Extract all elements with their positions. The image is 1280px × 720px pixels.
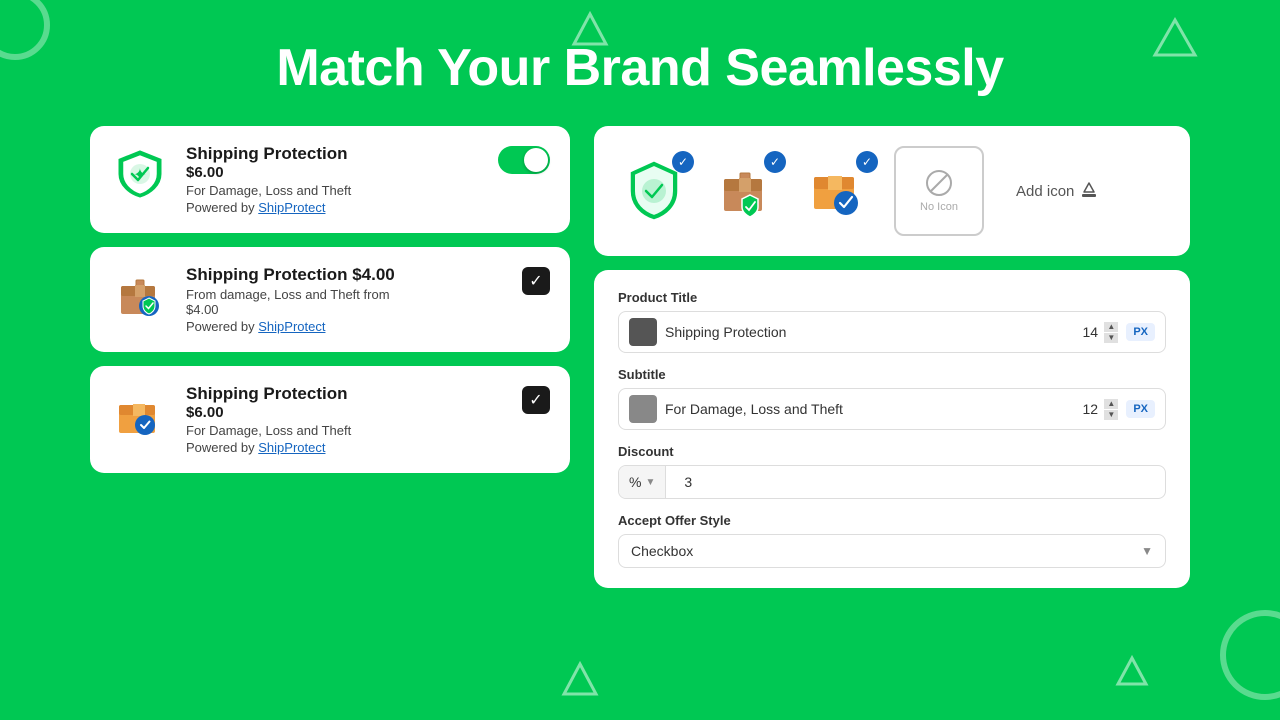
- subtitle-size-up-btn[interactable]: ▲: [1104, 399, 1118, 409]
- chevron-down-icon: ▼: [1141, 544, 1153, 558]
- discount-prefix[interactable]: % ▼: [619, 466, 666, 498]
- icon-option-2[interactable]: ✓: [710, 155, 782, 227]
- add-icon-button[interactable]: Add icon: [1004, 174, 1110, 208]
- card-3-body: Shipping Protection $6.00 For Damage, Lo…: [186, 384, 550, 455]
- no-icon-label: No Icon: [920, 201, 958, 213]
- accept-offer-select[interactable]: Checkbox ▼: [618, 534, 1166, 568]
- card-1-toggle[interactable]: [498, 146, 550, 179]
- card-2-powered: Powered by ShipProtect: [186, 319, 550, 334]
- subtitle-label: Subtitle: [618, 367, 1166, 382]
- size-up-btn[interactable]: ▲: [1104, 322, 1118, 332]
- card-3-icon: [110, 384, 170, 444]
- card-1-powered: Powered by ShipProtect: [186, 200, 550, 215]
- subtitle-size: 12: [1080, 401, 1100, 417]
- card-2-link[interactable]: ShipProtect: [258, 319, 325, 334]
- product-title-row: 14 ▲ ▼ PX: [618, 311, 1166, 353]
- deco-triangle-bl: [560, 660, 600, 700]
- product-title-size-control: 14 ▲ ▼: [1080, 322, 1118, 343]
- product-title-unit: PX: [1126, 323, 1155, 341]
- product-title-stepper[interactable]: ▲ ▼: [1104, 322, 1118, 343]
- svg-text:✦: ✦: [133, 167, 146, 184]
- deco-circle-br: [1220, 610, 1280, 700]
- checkbox-checked[interactable]: ✓: [522, 267, 550, 295]
- product-title-input[interactable]: [665, 324, 1072, 340]
- card-2-body: Shipping Protection $4.00 From damage, L…: [186, 265, 550, 334]
- card-2-title: Shipping Protection $4.00: [186, 265, 550, 285]
- card-3: Shipping Protection $6.00 For Damage, Lo…: [90, 366, 570, 473]
- card-2-subtitle: From damage, Loss and Theft from$4.00: [186, 287, 550, 317]
- card-3-link[interactable]: ShipProtect: [258, 440, 325, 455]
- form-group-discount: Discount % ▼: [618, 444, 1166, 499]
- icon-2-check: ✓: [764, 151, 786, 173]
- card-1-subtitle: For Damage, Loss and Theft: [186, 183, 550, 198]
- icon-option-1[interactable]: ✓: [618, 155, 690, 227]
- left-column: ✦ Shipping Protection $6.00 For Damage, …: [90, 126, 570, 588]
- card-1: ✦ Shipping Protection $6.00 For Damage, …: [90, 126, 570, 233]
- card-3-price: $6.00: [186, 404, 550, 421]
- card-1-body: Shipping Protection $6.00 For Damage, Lo…: [186, 144, 550, 215]
- product-title-size: 14: [1080, 324, 1100, 340]
- subtitle-size-control: 12 ▲ ▼: [1080, 399, 1118, 420]
- icon-option-3[interactable]: ✓: [802, 155, 874, 227]
- size-down-btn[interactable]: ▼: [1104, 333, 1118, 343]
- right-column: ✓ ✓: [594, 126, 1190, 588]
- page-headline: Match Your Brand Seamlessly: [0, 0, 1280, 126]
- subtitle-color-swatch[interactable]: [629, 395, 657, 423]
- discount-input[interactable]: [674, 466, 1165, 498]
- icon-3-check: ✓: [856, 151, 878, 173]
- card-1-icon: ✦: [110, 144, 170, 204]
- deco-triangle-br: [1114, 654, 1150, 690]
- card-3-title: Shipping Protection: [186, 384, 550, 404]
- form-panel: Product Title 14 ▲ ▼ PX Subtitle: [594, 270, 1190, 588]
- subtitle-input[interactable]: [665, 401, 1072, 417]
- checkbox-checked-3[interactable]: ✓: [522, 386, 550, 414]
- form-group-title: Product Title 14 ▲ ▼ PX: [618, 290, 1166, 353]
- discount-label: Discount: [618, 444, 1166, 459]
- icons-panel: ✓ ✓: [594, 126, 1190, 256]
- card-1-link[interactable]: ShipProtect: [258, 200, 325, 215]
- card-2: Shipping Protection $4.00 From damage, L…: [90, 247, 570, 352]
- card-1-title: Shipping Protection: [186, 144, 550, 164]
- card-3-powered: Powered by ShipProtect: [186, 440, 550, 455]
- subtitle-unit: PX: [1126, 400, 1155, 418]
- add-icon-label: Add icon: [1016, 183, 1074, 200]
- subtitle-stepper[interactable]: ▲ ▼: [1104, 399, 1118, 420]
- subtitle-row: 12 ▲ ▼ PX: [618, 388, 1166, 430]
- product-title-label: Product Title: [618, 290, 1166, 305]
- accept-offer-label: Accept Offer Style: [618, 513, 1166, 528]
- no-icon-option[interactable]: No Icon: [894, 146, 984, 236]
- accept-offer-value: Checkbox: [631, 543, 1141, 559]
- card-3-subtitle: For Damage, Loss and Theft: [186, 423, 550, 438]
- card-2-checkbox[interactable]: ✓: [522, 267, 550, 295]
- main-content: ✦ Shipping Protection $6.00 For Damage, …: [0, 126, 1280, 588]
- form-group-accept-offer: Accept Offer Style Checkbox ▼: [618, 513, 1166, 568]
- card-2-icon: [110, 265, 170, 325]
- icon-1-check: ✓: [672, 151, 694, 173]
- card-1-price: $6.00: [186, 164, 550, 181]
- product-title-color-swatch[interactable]: [629, 318, 657, 346]
- discount-row: % ▼: [618, 465, 1166, 499]
- subtitle-size-down-btn[interactable]: ▼: [1104, 410, 1118, 420]
- toggle-switch[interactable]: [498, 146, 550, 174]
- card-3-checkbox[interactable]: ✓: [522, 386, 550, 414]
- form-group-subtitle: Subtitle 12 ▲ ▼ PX: [618, 367, 1166, 430]
